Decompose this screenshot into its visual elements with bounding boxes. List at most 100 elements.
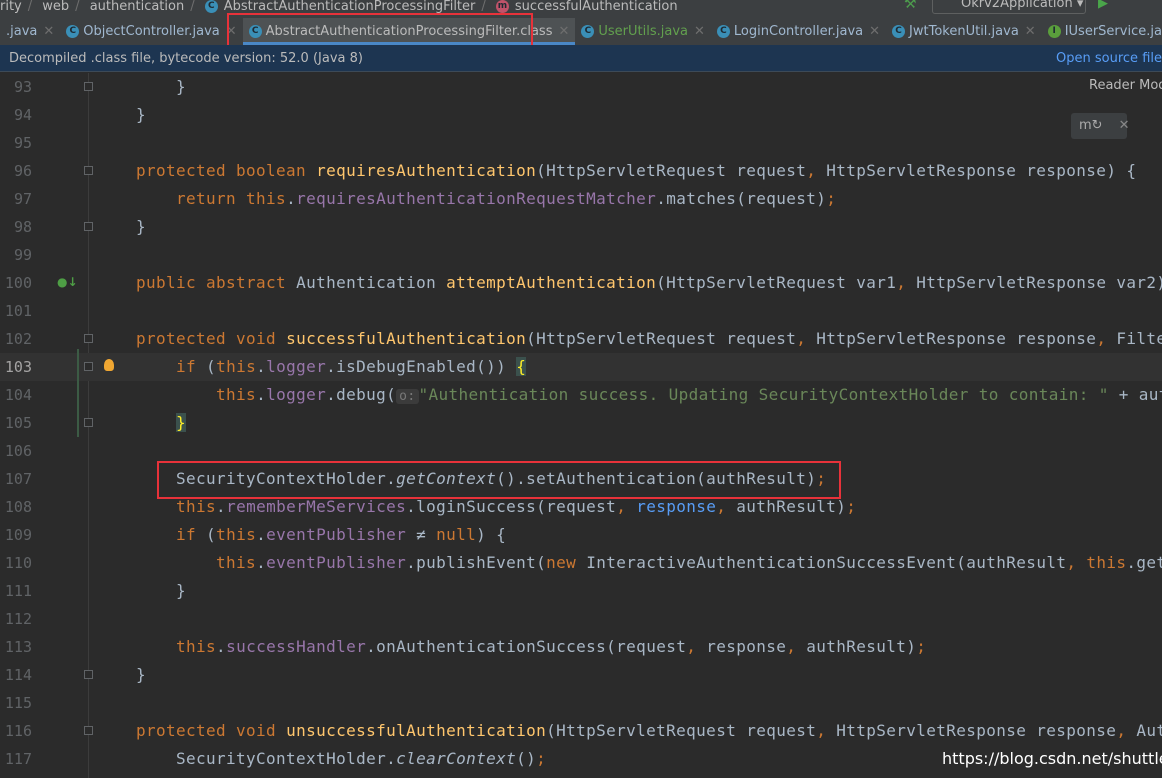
line-number[interactable]: 100 (0, 269, 32, 297)
line-number[interactable]: 115 (0, 689, 32, 717)
fold-icon[interactable] (84, 362, 93, 371)
tab-4[interactable]: C LoginController.java ✕ (711, 18, 886, 45)
code-token: .matches(request) (656, 189, 827, 208)
line-number[interactable]: 107 (0, 465, 32, 493)
fold-icon[interactable] (84, 334, 93, 343)
code-line[interactable]: 93 } (0, 73, 1162, 101)
close-tab-icon[interactable]: ✕ (226, 24, 237, 39)
line-number[interactable]: 104 (0, 381, 32, 409)
line-number[interactable]: 117 (0, 745, 32, 773)
code-token: SecurityContextHolder. (96, 469, 397, 488)
code-line[interactable]: 105 } (0, 409, 1162, 437)
close-tab-icon[interactable]: ✕ (43, 24, 54, 39)
line-number[interactable]: 101 (0, 297, 32, 325)
run-config-select[interactable]: Okrv2Application ▾ (932, 0, 1086, 14)
fold-icon[interactable] (84, 166, 93, 175)
close-tab-icon[interactable]: ✕ (694, 24, 705, 39)
tab-1[interactable]: C ObjectController.java ✕ (60, 18, 242, 45)
code-line[interactable]: 116 protected void unsuccessfulAuthentic… (0, 717, 1162, 745)
code-text: protected void successfulAuthentication(… (96, 325, 1162, 353)
code-line[interactable]: 115 (0, 689, 1162, 717)
code-line[interactable]: 100 public abstract Authentication attem… (0, 269, 1162, 297)
tab-0[interactable]: .java ✕ (0, 18, 60, 45)
build-hammer-icon[interactable]: ⚒ (904, 0, 917, 12)
fold-icon[interactable] (84, 222, 93, 231)
editor-tabs: .java ✕ C ObjectController.java ✕ C AbstractAu… (0, 18, 1162, 45)
line-number[interactable]: 116 (0, 717, 32, 745)
line-number[interactable]: 102 (0, 325, 32, 353)
tab-6[interactable]: IIUserService.java✕ (1042, 18, 1162, 45)
line-number[interactable]: 98 (0, 213, 32, 241)
close-tab-icon[interactable]: ✕ (1025, 24, 1036, 39)
breadcrumb-item[interactable]: rity (0, 0, 22, 14)
code-text: } (96, 101, 146, 129)
line-number[interactable]: 111 (0, 577, 32, 605)
fold-icon[interactable] (84, 726, 93, 735)
implemented-icon[interactable]: ●↓ (57, 275, 78, 289)
code-token: , (786, 637, 807, 656)
code-line[interactable]: 101 (0, 297, 1162, 325)
code-line[interactable]: 102 protected void successfulAuthenticat… (0, 325, 1162, 353)
code-line[interactable]: 109 if (this.eventPublisher ≠ null) { (0, 521, 1162, 549)
line-number[interactable]: 106 (0, 437, 32, 465)
code-editor[interactable]: 93 } 94 } 95 96 protected boolean requiresA… (0, 73, 1162, 778)
line-number[interactable]: 95 (0, 129, 32, 157)
reader-mode-button[interactable]: Reader Mode (1089, 78, 1162, 93)
close-icon[interactable]: ✕ (1119, 118, 1130, 133)
tab-2[interactable]: C AbstractAuthenticationProcessingFilter.… (242, 18, 576, 45)
breadcrumb-item[interactable]: AbstractAuthenticationProcessingFilter (224, 0, 476, 14)
code-line[interactable]: 99 (0, 241, 1162, 269)
tab-5[interactable]: C JwtTokenUtil.java ✕ (886, 18, 1042, 45)
line-number[interactable]: 103 (0, 353, 32, 381)
line-number[interactable]: 114 (0, 661, 32, 689)
fold-icon[interactable] (84, 82, 93, 91)
line-number[interactable]: 105 (0, 409, 32, 437)
code-token: if (176, 525, 207, 544)
code-line[interactable]: 114 } (0, 661, 1162, 689)
maven-reload-icon[interactable]: m↻ (1079, 118, 1103, 133)
code-line[interactable]: 106 (0, 437, 1162, 465)
run-icon[interactable]: ▶ (1098, 0, 1108, 11)
line-number[interactable]: 108 (0, 493, 32, 521)
code-line[interactable]: 97 return this.requiresAuthenticationReq… (0, 185, 1162, 213)
code-token: ( (206, 525, 217, 544)
code-line[interactable]: 95 (0, 129, 1162, 157)
line-number[interactable]: 99 (0, 241, 32, 269)
line-number[interactable]: 97 (0, 185, 32, 213)
line-number[interactable]: 96 (0, 157, 32, 185)
code-line[interactable]: 113 this.successHandler.onAuthentication… (0, 633, 1162, 661)
code-line[interactable]: 104 this.logger.debug(o: "Authentication … (0, 381, 1162, 409)
code-token: HttpServletResponse response (836, 721, 1117, 740)
open-source-file-link[interactable]: Open source file (1056, 45, 1162, 72)
line-number[interactable]: 112 (0, 605, 32, 633)
tab-3[interactable]: C UserUtils.java ✕ (575, 18, 711, 45)
code-token: } (96, 77, 187, 96)
code-line[interactable]: 110 this.eventPublisher.publishEvent(new… (0, 549, 1162, 577)
code-line[interactable]: 103 if (this.logger.isDebugEnabled()) { (0, 353, 1162, 381)
code-token: , (796, 329, 817, 348)
code-token: .isDebugEnabled()) (326, 357, 517, 376)
code-token: () (516, 749, 537, 768)
line-number[interactable]: 113 (0, 633, 32, 661)
code-line[interactable]: 108 this.rememberMeServices.loginSuccess… (0, 493, 1162, 521)
line-number[interactable]: 94 (0, 101, 32, 129)
fold-icon[interactable] (84, 418, 93, 427)
code-line[interactable]: 98 } (0, 213, 1162, 241)
line-number[interactable]: 109 (0, 521, 32, 549)
close-tab-icon[interactable]: ✕ (869, 24, 880, 39)
line-number[interactable]: 93 (0, 73, 32, 101)
code-line[interactable]: 112 (0, 605, 1162, 633)
breadcrumb-item[interactable]: successfulAuthentication (515, 0, 678, 14)
breadcrumb-item[interactable]: authentication (90, 0, 185, 14)
fold-icon[interactable] (84, 670, 93, 679)
lightbulb-icon[interactable] (104, 359, 114, 371)
code-line[interactable]: 96 protected boolean requiresAuthenticat… (0, 157, 1162, 185)
line-number[interactable]: 110 (0, 549, 32, 577)
breadcrumb-item[interactable]: web (42, 0, 69, 14)
code-text: if (this.eventPublisher ≠ null) { (96, 521, 506, 549)
code-token: } (96, 665, 147, 684)
code-line[interactable]: 107 SecurityContextHolder.getContext().s… (0, 465, 1162, 493)
code-line[interactable]: 111 } (0, 577, 1162, 605)
code-line[interactable]: 94 } (0, 101, 1162, 129)
close-tab-icon[interactable]: ✕ (558, 24, 569, 39)
